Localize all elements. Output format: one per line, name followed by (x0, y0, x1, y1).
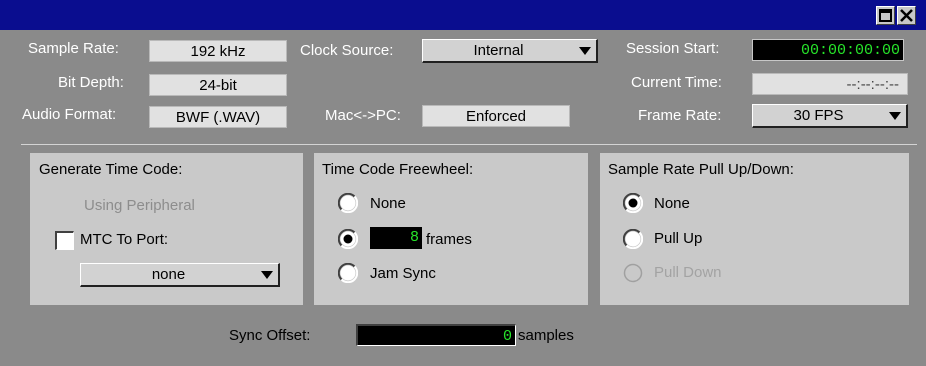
current-time-label: Current Time: (631, 74, 722, 91)
clock-source-label: Clock Source: (300, 42, 394, 59)
mtc-to-port-checkbox[interactable] (55, 231, 74, 250)
pull-up-radio[interactable] (623, 229, 643, 249)
restore-icon[interactable] (876, 6, 895, 25)
close-icon[interactable] (897, 6, 916, 25)
pull-down-radio (623, 263, 643, 283)
title-bar[interactable] (0, 0, 926, 30)
chevron-down-icon (261, 271, 273, 279)
pull-up-down-panel: Sample Rate Pull Up/Down: None Pull Up P… (600, 153, 909, 305)
pull-down-label: Pull Down (654, 264, 722, 281)
audio-format-value: BWF (.WAV) (149, 106, 287, 128)
mtc-to-port-label: MTC To Port: (80, 231, 169, 248)
sample-rate-label: Sample Rate: (28, 40, 119, 57)
pull-none-label: None (654, 195, 690, 212)
generate-time-code-panel: Generate Time Code: Using Peripheral MTC… (30, 153, 303, 305)
bit-depth-label: Bit Depth: (58, 74, 124, 91)
generate-time-code-title: Generate Time Code: (39, 161, 183, 178)
pull-up-label: Pull Up (654, 230, 703, 247)
current-time-value: --:--:--:-- (752, 73, 908, 95)
frame-rate-label: Frame Rate: (638, 107, 722, 124)
frame-rate-value: 30 FPS (793, 107, 844, 124)
macpc-value: Enforced (422, 105, 570, 127)
using-peripheral-label: Using Peripheral (84, 197, 195, 214)
sync-offset-label: Sync Offset: (229, 327, 311, 344)
clock-source-dropdown[interactable]: Internal (422, 39, 598, 63)
sample-rate-value: 192 kHz (149, 40, 287, 62)
sync-offset-unit: samples (518, 327, 574, 344)
macpc-label: Mac<->PC: (325, 107, 401, 124)
freewheel-none-radio[interactable] (338, 193, 358, 213)
session-start-field[interactable]: 00:00:00:00 (752, 39, 904, 61)
chevron-down-icon (579, 47, 591, 55)
chevron-down-icon (889, 112, 901, 120)
sync-offset-field[interactable]: 0 (356, 324, 516, 346)
time-code-freewheel-panel: Time Code Freewheel: None 8 frames Jam S… (314, 153, 588, 305)
freewheel-title: Time Code Freewheel: (322, 161, 474, 178)
freewheel-frames-radio[interactable] (338, 229, 358, 249)
clock-source-value: Internal (473, 42, 524, 59)
audio-format-label: Audio Format: (22, 106, 117, 123)
bit-depth-value: 24-bit (149, 74, 287, 96)
freewheel-jam-sync-label: Jam Sync (370, 265, 436, 282)
session-start-label: Session Start: (626, 40, 720, 57)
frame-rate-dropdown[interactable]: 30 FPS (752, 104, 908, 128)
current-time-text: --:--:--:-- (846, 76, 899, 93)
freewheel-jam-sync-radio[interactable] (338, 263, 358, 283)
divider (21, 144, 917, 145)
mtc-port-value: none (151, 266, 186, 283)
pull-none-radio[interactable] (623, 193, 643, 213)
freewheel-none-label: None (370, 195, 406, 212)
pull-title: Sample Rate Pull Up/Down: (608, 161, 794, 178)
freewheel-frames-field[interactable]: 8 (370, 227, 422, 249)
mtc-port-dropdown[interactable]: none (80, 263, 280, 287)
session-setup-window: Sample Rate: 192 kHz Bit Depth: 24-bit A… (0, 0, 926, 366)
freewheel-frames-label: frames (426, 231, 472, 248)
